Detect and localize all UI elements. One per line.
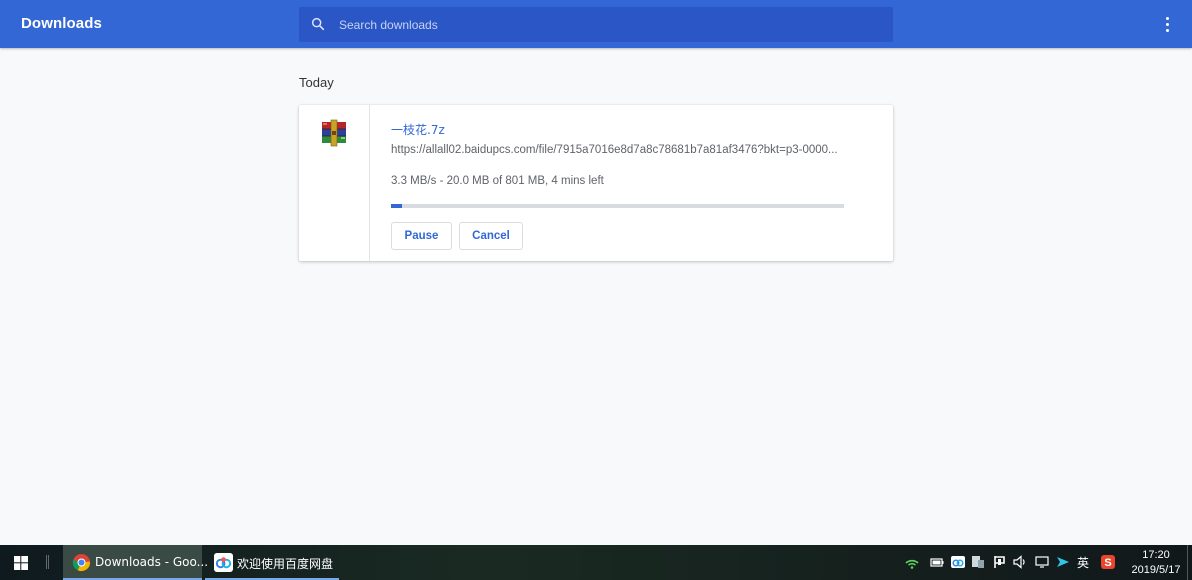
- progress-bar: [391, 204, 844, 208]
- date-heading: Today: [299, 75, 334, 90]
- app-tray-icon[interactable]: [970, 554, 986, 570]
- volume-icon[interactable]: [1012, 554, 1028, 570]
- pause-button[interactable]: Pause: [391, 222, 452, 250]
- progress-fill: [391, 204, 403, 208]
- send-tray-icon[interactable]: [1055, 554, 1071, 570]
- taskbar-item-label: 欢迎使用百度网盘: [237, 557, 334, 571]
- search-input[interactable]: [339, 7, 879, 42]
- search-box[interactable]: [299, 7, 893, 42]
- more-options-icon[interactable]: [1156, 12, 1178, 36]
- network-icon[interactable]: [1034, 554, 1050, 570]
- winrar-archive-icon: [322, 119, 346, 147]
- show-desktop-button[interactable]: [1187, 545, 1192, 580]
- clock[interactable]: 17:20 2019/5/17: [1127, 548, 1185, 578]
- download-item: 一枝花.7z https://allall02.baidupcs.com/fil…: [299, 105, 893, 261]
- baidu-netdisk-icon: [214, 553, 233, 572]
- taskbar: Downloads - Goo... 欢迎使用百度网盘 英 S 17:20 20…: [0, 545, 1192, 580]
- search-icon: [311, 17, 325, 31]
- svg-text:S: S: [1104, 557, 1111, 569]
- sogou-ime-icon[interactable]: S: [1100, 554, 1116, 570]
- taskbar-item-baidu-netdisk[interactable]: 欢迎使用百度网盘: [205, 545, 339, 580]
- file-icon-column: [299, 105, 370, 261]
- taskbar-item-label: Downloads - Goo...: [95, 555, 209, 569]
- taskbar-item-chrome[interactable]: Downloads - Goo...: [63, 545, 208, 580]
- windows-logo-icon: [14, 556, 28, 570]
- start-button[interactable]: [0, 545, 40, 580]
- clock-time: 17:20: [1142, 549, 1170, 561]
- ime-indicator[interactable]: 英: [1077, 554, 1089, 571]
- battery-icon[interactable]: [929, 554, 945, 570]
- baidu-netdisk-tray-icon[interactable]: [950, 554, 966, 570]
- file-name-link[interactable]: 一枝花.7z: [391, 121, 445, 138]
- cancel-button[interactable]: Cancel: [459, 222, 523, 250]
- chrome-icon: [72, 553, 91, 572]
- page-title: Downloads: [21, 15, 102, 32]
- file-url-link[interactable]: https://allall02.baidupcs.com/file/7915a…: [391, 144, 846, 156]
- download-status: 3.3 MB/s - 20.0 MB of 801 MB, 4 mins lef…: [391, 175, 604, 187]
- flag-tray-icon[interactable]: [992, 554, 1008, 570]
- toolbar: Downloads: [0, 0, 1192, 48]
- task-view-icon[interactable]: [46, 555, 49, 569]
- clock-date: 2019/5/17: [1131, 564, 1181, 576]
- wifi-icon[interactable]: [904, 554, 920, 570]
